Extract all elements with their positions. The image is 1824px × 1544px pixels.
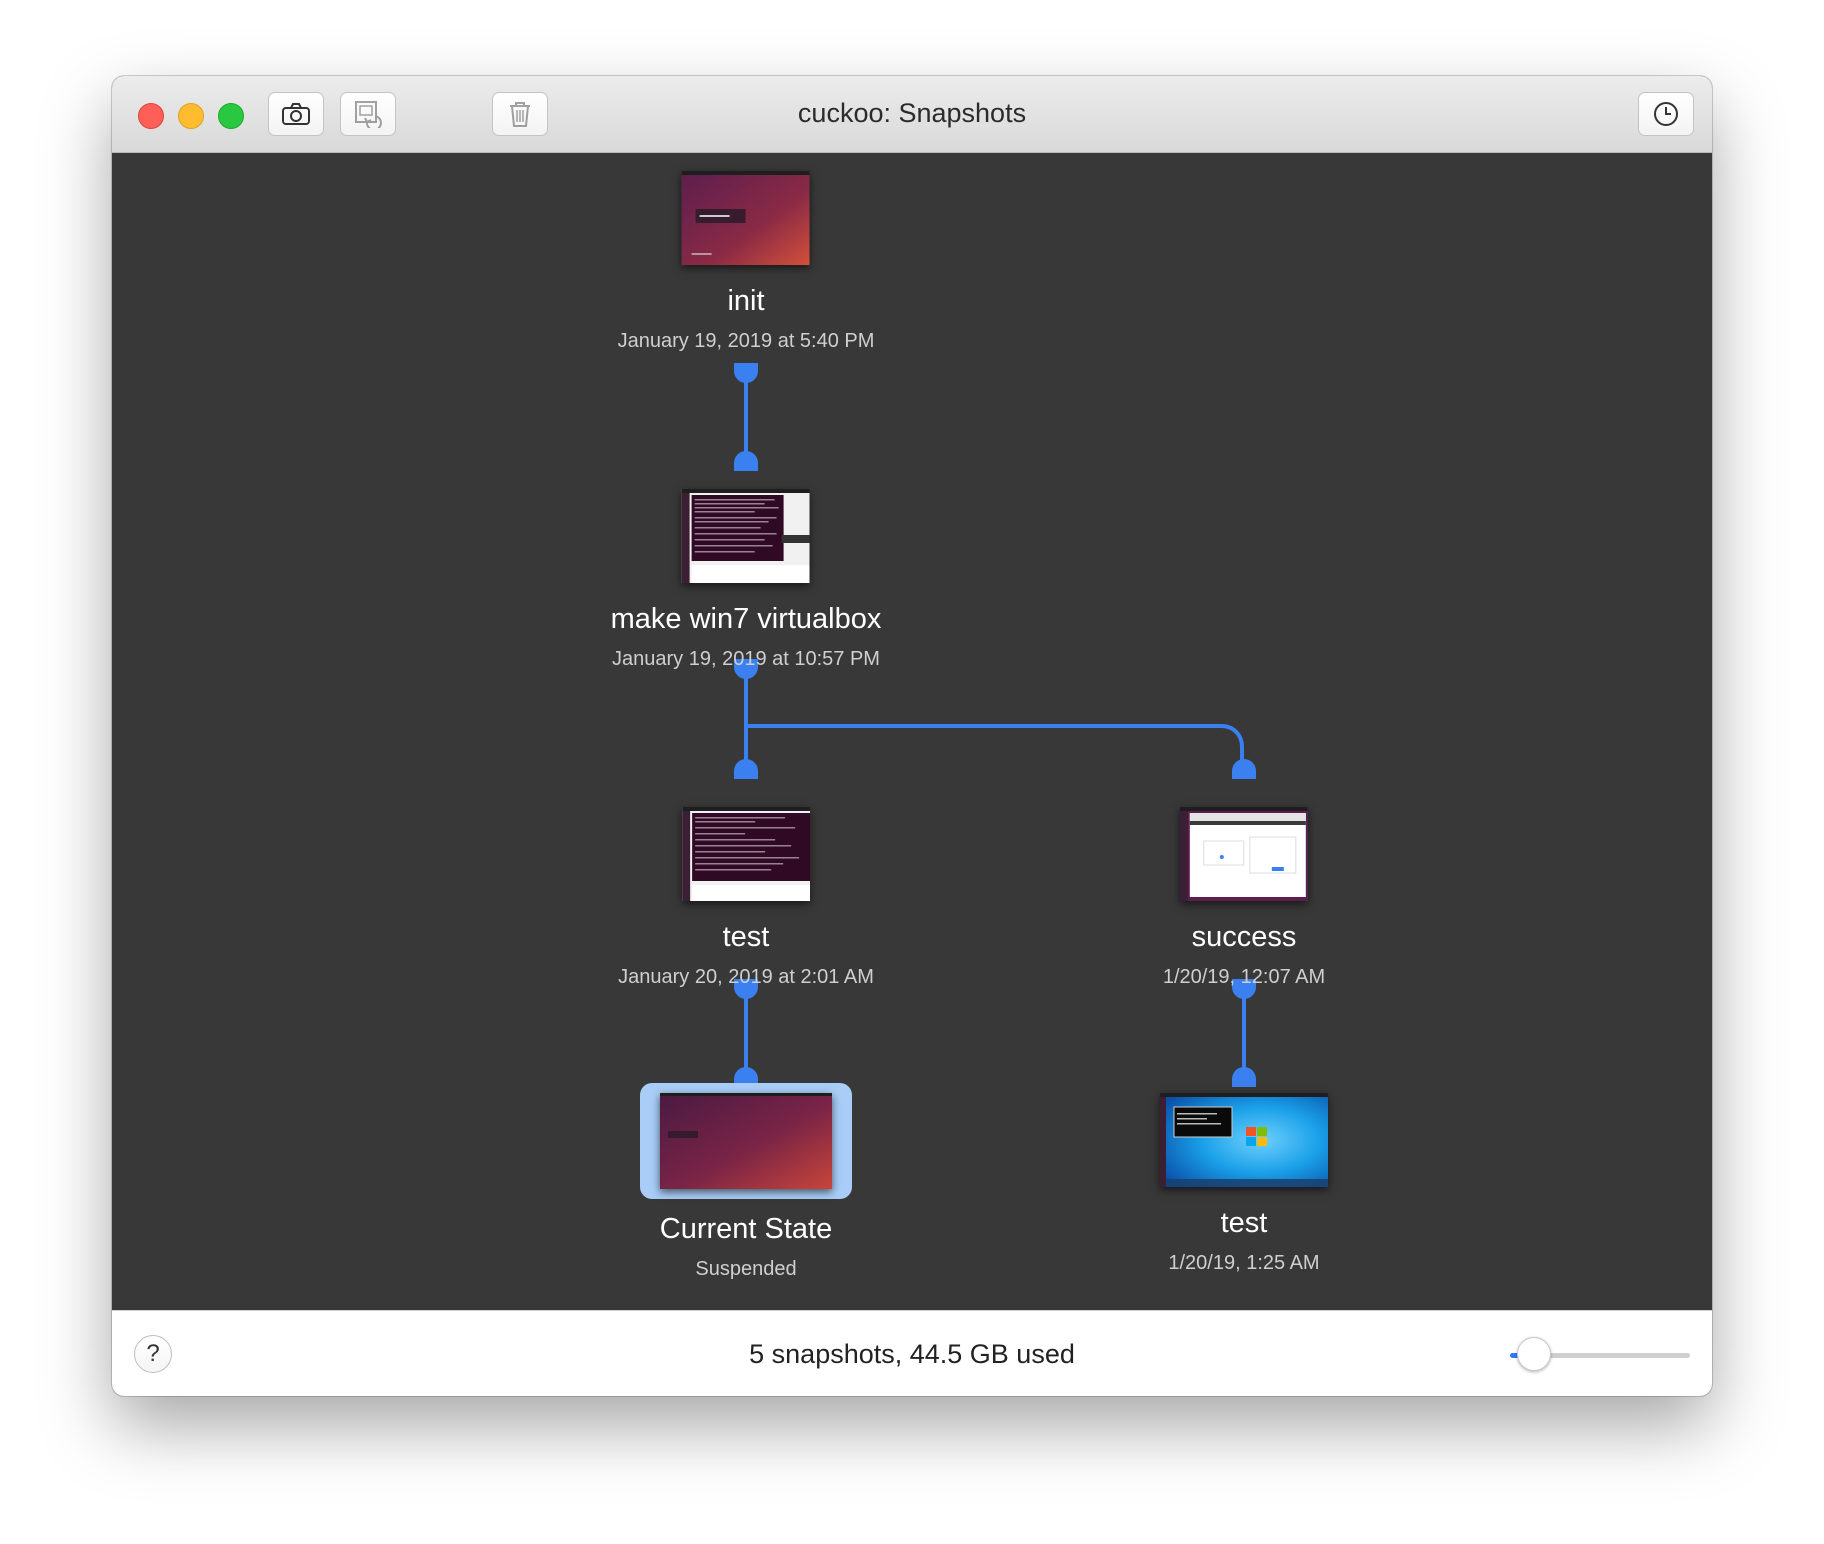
selection-highlight: [640, 1083, 852, 1199]
snapshot-name: test: [1220, 1207, 1268, 1239]
snapshot-date: 1/20/19, 12:07 AM: [1162, 966, 1326, 988]
status-bar: ? 5 snapshots, 44.5 GB used: [112, 1310, 1712, 1396]
ubuntu-desktop-screenshot: [660, 1093, 832, 1189]
snapshot-node-test-windows[interactable]: test 1/20/19, 1:25 AM: [1160, 1093, 1328, 1275]
snapshot-thumbnail: [681, 807, 810, 901]
snapshot-thumbnail: [1160, 1093, 1328, 1187]
ubuntu-terminal-screenshot: [681, 807, 810, 901]
snapshot-date: January 19, 2019 at 10:57 PM: [612, 648, 880, 670]
snapshot-node-init[interactable]: init January 19, 2019 at 5:40 PM: [617, 171, 875, 353]
snapshot-name: success: [1191, 921, 1297, 953]
snapshot-node-test[interactable]: test January 20, 2019 at 2:01 AM: [618, 807, 874, 989]
snapshot-name: Current State: [659, 1213, 833, 1245]
snapshot-node-success[interactable]: success 1/20/19, 12:07 AM: [1163, 807, 1325, 989]
connector-cap: [734, 451, 758, 471]
snapshot-name: test: [722, 921, 770, 953]
snapshot-date: Suspended: [695, 1258, 797, 1280]
windows7-desktop-screenshot: [1160, 1093, 1328, 1187]
connector-cap: [734, 759, 758, 779]
connector-line: [744, 724, 1222, 728]
window-title: cuckoo: Snapshots: [797, 98, 1027, 128]
ubuntu-browser-screenshot: [1180, 807, 1308, 901]
connector-line: [744, 371, 748, 453]
connector-line: [744, 987, 748, 1069]
connector-line: [1242, 987, 1246, 1069]
connector-cap: [1232, 759, 1256, 779]
snapshot-date: January 19, 2019 at 5:40 PM: [617, 330, 875, 352]
history-button[interactable]: [1638, 92, 1694, 136]
snapshot-node-make-win7-virtualbox[interactable]: make win7 virtualbox January 19, 2019 at…: [610, 489, 882, 671]
snapshot-node-current-state[interactable]: Current State Suspended: [640, 1083, 852, 1281]
title-bar: cuckoo: Snapshots: [112, 76, 1712, 153]
snapshot-date: January 20, 2019 at 2:01 AM: [618, 966, 874, 988]
connector-line: [744, 667, 748, 761]
snapshot-connectors: [734, 363, 1256, 1087]
snapshot-thumbnail: [660, 1093, 832, 1189]
snapshot-date: 1/20/19, 1:25 AM: [1168, 1252, 1320, 1274]
connector-line: [1222, 724, 1244, 762]
ubuntu-login-screenshot: [682, 171, 810, 265]
ubuntu-terminal-screenshot: [681, 489, 810, 583]
connector-cap: [1232, 1067, 1256, 1087]
snapshot-thumbnail: [1180, 807, 1308, 901]
clock-icon: [1654, 102, 1678, 126]
zoom-slider-knob[interactable]: [1517, 1337, 1551, 1371]
snapshot-summary: 5 snapshots, 44.5 GB used: [749, 1339, 1075, 1369]
snapshot-name: init: [727, 285, 765, 317]
snapshot-thumbnail: [681, 489, 810, 583]
snapshot-name: make win7 virtualbox: [610, 603, 882, 635]
snapshot-thumbnail: [682, 171, 810, 265]
snapshot-tree: init January 19, 2019 at 5:40 PM make wi…: [112, 153, 1712, 1310]
snapshots-window: cuckoo: Snapshots init January 19, 2019 …: [112, 76, 1712, 1396]
